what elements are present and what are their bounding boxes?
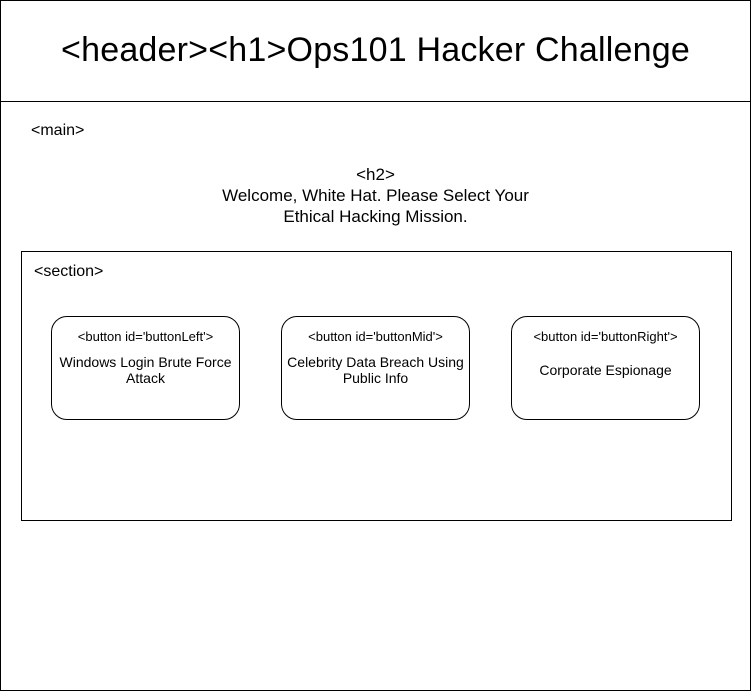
button-mid[interactable]: <button id='buttonMid'> Celebrity Data B… — [281, 316, 470, 420]
button-mid-label: Celebrity Data Breach Using Public Info — [287, 354, 464, 386]
welcome-heading: <h2> Welcome, White Hat. Please Select Y… — [1, 164, 750, 227]
button-right-label: Corporate Espionage — [539, 362, 672, 378]
button-left-id-label: <button id='buttonLeft'> — [77, 329, 214, 344]
mission-section: <section> <button id='buttonLeft'> Windo… — [21, 251, 732, 521]
button-left-label: Windows Login Brute Force Attack — [59, 354, 232, 386]
button-mid-id-label: <button id='buttonMid'> — [308, 329, 443, 344]
welcome-heading-line-2: Ethical Hacking Mission. — [283, 207, 468, 226]
heading-tag-label: <h2> — [356, 165, 395, 184]
button-right[interactable]: <button id='buttonRight'> Corporate Espi… — [511, 316, 700, 420]
button-left[interactable]: <button id='buttonLeft'> Windows Login B… — [51, 316, 240, 420]
button-right-id-label: <button id='buttonRight'> — [533, 329, 678, 344]
page-title: <header><h1>Ops101 Hacker Challenge — [61, 31, 690, 69]
section-region-label: <section> — [34, 263, 104, 280]
main-region-label: <main> — [31, 122, 85, 139]
welcome-heading-line-1: Welcome, White Hat. Please Select Your — [222, 186, 529, 205]
header-region: <header><h1>Ops101 Hacker Challenge — [1, 1, 750, 102]
page-frame: <header><h1>Ops101 Hacker Challenge <mai… — [0, 0, 751, 691]
